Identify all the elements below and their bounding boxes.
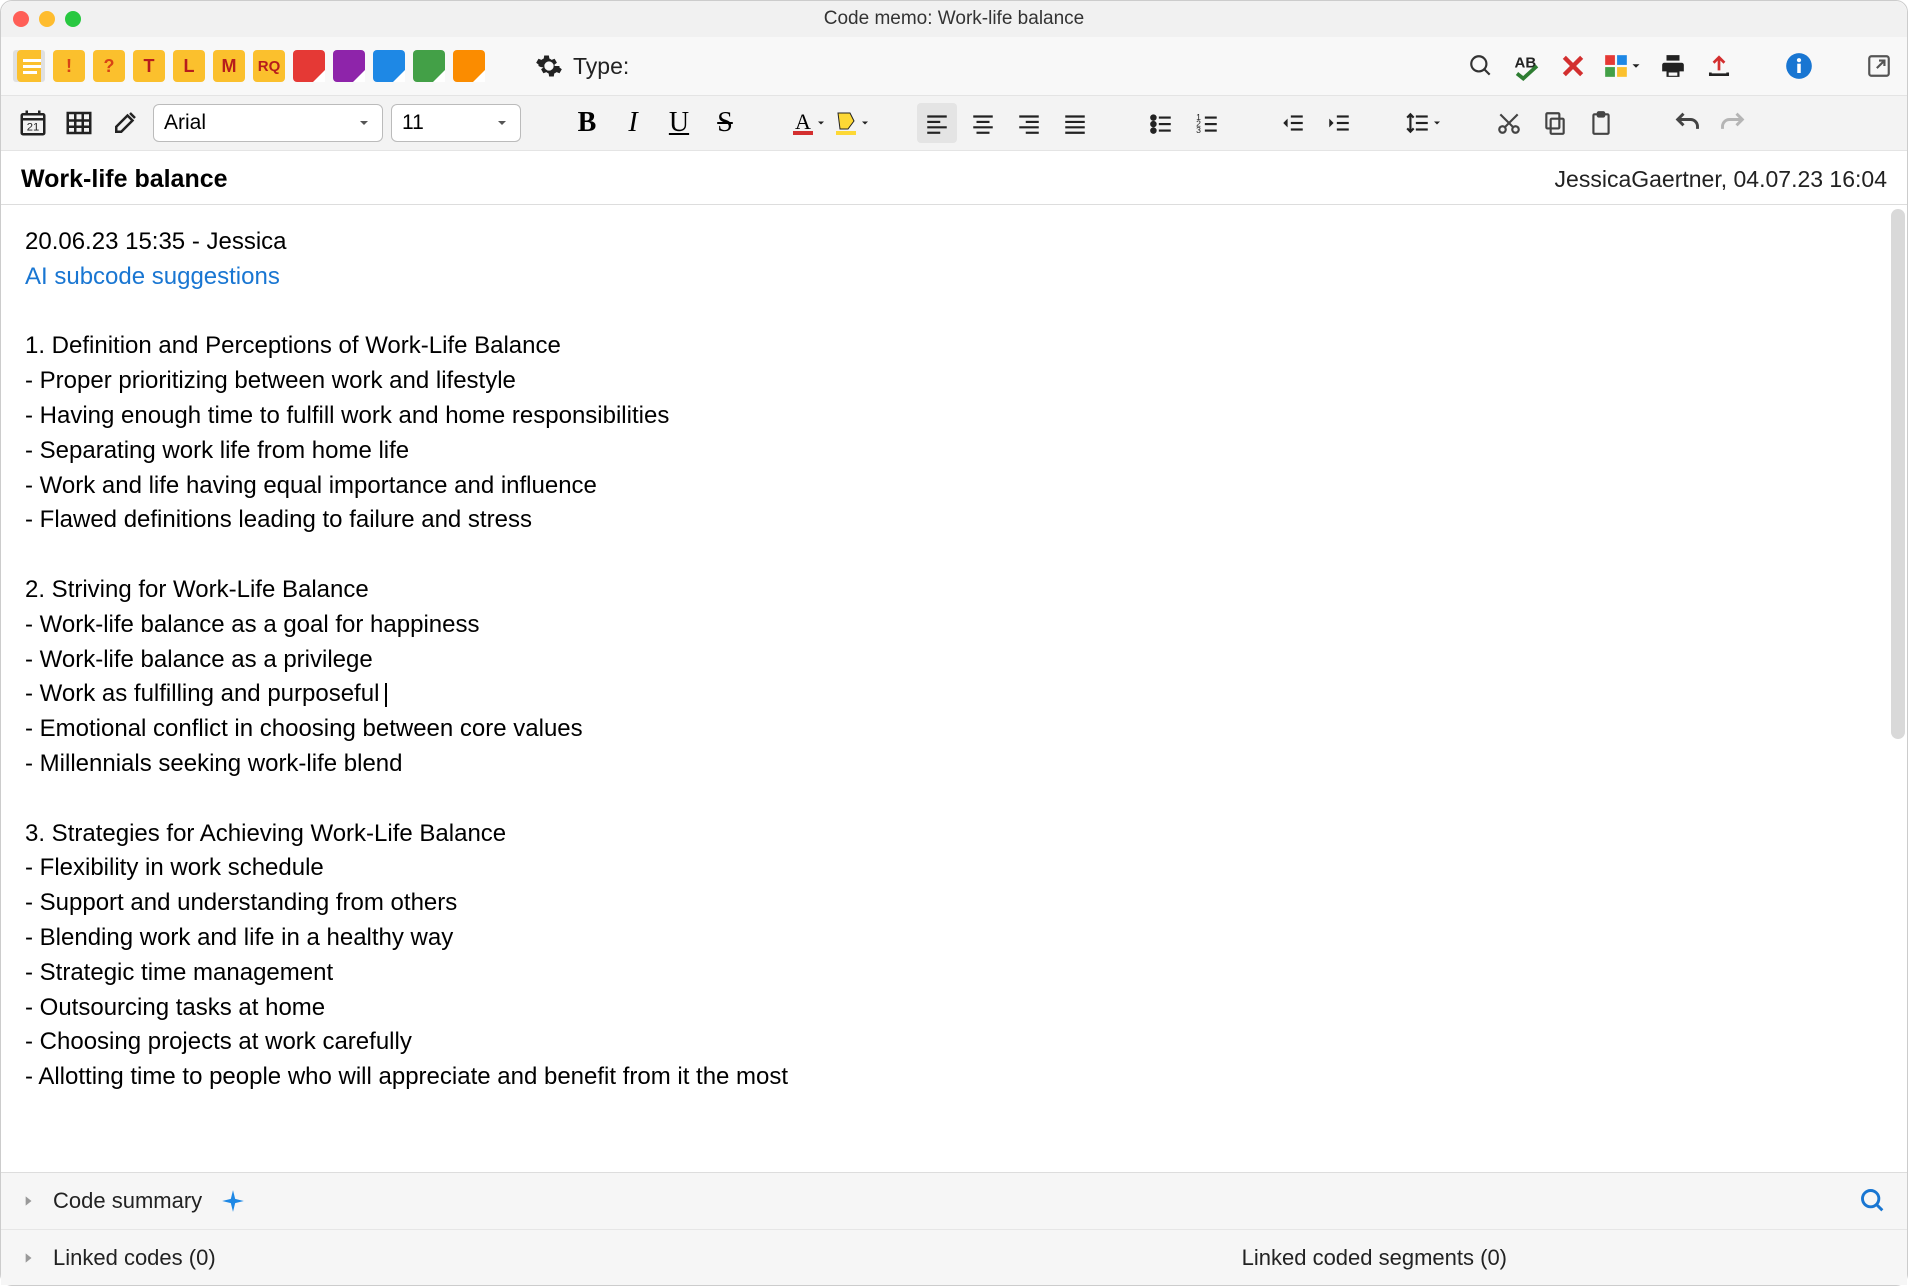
bullet: - Separating work life from home life: [25, 434, 1883, 469]
redo-button[interactable]: [1713, 103, 1753, 143]
ai-suggestions-link[interactable]: AI subcode suggestions: [25, 260, 1883, 295]
question-marker[interactable]: ?: [93, 50, 125, 82]
minimize-window-button[interactable]: [39, 11, 55, 27]
window-controls: [13, 11, 81, 27]
bold-button[interactable]: B: [567, 103, 607, 143]
toolbar-formatting: 21 Arial 11 B I U S A: [1, 95, 1907, 151]
titlebar: Code memo: Work-life balance: [1, 1, 1907, 37]
memo-body[interactable]: 20.06.23 15:35 - Jessica AI subcode sugg…: [1, 205, 1907, 1172]
bullet: - Allotting time to people who will appr…: [25, 1060, 1883, 1095]
sparkle-icon[interactable]: [220, 1188, 246, 1214]
chevron-right-icon: [21, 1194, 35, 1208]
code-summary-label: Code summary: [53, 1188, 202, 1214]
brush-icon[interactable]: [105, 103, 145, 143]
bullet: - Work-life balance as a privilege: [25, 643, 1883, 678]
settings-gear-icon[interactable]: [533, 50, 565, 82]
section-2-title: 2. Striving for Work-Life Balance: [25, 573, 1883, 608]
orange-flag-marker[interactable]: [453, 50, 485, 82]
m-marker[interactable]: M: [213, 50, 245, 82]
memo-title: Work-life balance: [21, 165, 228, 194]
highlight-color-button[interactable]: [833, 103, 871, 143]
chevron-right-icon: [21, 1251, 35, 1265]
section-1-title: 1. Definition and Perceptions of Work-Li…: [25, 329, 1883, 364]
linked-segments-label[interactable]: Linked coded segments (0): [1242, 1245, 1507, 1271]
memo-icon[interactable]: [13, 50, 45, 82]
exclamation-marker[interactable]: !: [53, 50, 85, 82]
t-marker[interactable]: T: [133, 50, 165, 82]
italic-button[interactable]: I: [613, 103, 653, 143]
green-flag-marker[interactable]: [413, 50, 445, 82]
calendar-icon[interactable]: 21: [13, 103, 53, 143]
delete-x-icon[interactable]: [1557, 50, 1589, 82]
underline-button[interactable]: U: [659, 103, 699, 143]
copy-icon[interactable]: [1535, 103, 1575, 143]
align-justify-button[interactable]: [1055, 103, 1095, 143]
bullet: - Having enough time to fulfill work and…: [25, 399, 1883, 434]
search-summary-icon[interactable]: [1859, 1187, 1887, 1215]
align-center-button[interactable]: [963, 103, 1003, 143]
popout-icon[interactable]: [1863, 50, 1895, 82]
scrollbar-thumb[interactable]: [1891, 209, 1905, 739]
close-window-button[interactable]: [13, 11, 29, 27]
maximize-window-button[interactable]: [65, 11, 81, 27]
bullet: - Strategic time management: [25, 956, 1883, 991]
bullet: - Flawed definitions leading to failure …: [25, 503, 1883, 538]
svg-text:A: A: [795, 109, 811, 134]
memo-header: Work-life balance JessicaGaertner, 04.07…: [1, 151, 1907, 205]
type-label: Type:: [573, 53, 629, 80]
font-family-value: Arial: [164, 111, 206, 135]
search-icon[interactable]: [1465, 50, 1497, 82]
line-spacing-button[interactable]: [1405, 103, 1443, 143]
linked-row: Linked codes (0) Linked coded segments (…: [1, 1229, 1907, 1285]
svg-text:3: 3: [1196, 125, 1201, 135]
footer-panel: Code summary Linked codes (0) Linked cod…: [1, 1172, 1907, 1285]
color-grid-dropdown[interactable]: [1603, 50, 1643, 82]
align-left-button[interactable]: [917, 103, 957, 143]
bullet: - Blending work and life in a healthy wa…: [25, 921, 1883, 956]
memo-author-date: JessicaGaertner, 04.07.23 16:04: [1555, 166, 1887, 193]
rq-marker[interactable]: RQ: [253, 50, 285, 82]
spellcheck-icon[interactable]: AB: [1511, 50, 1543, 82]
bullet: - Work and life having equal importance …: [25, 469, 1883, 504]
bullet: - Choosing projects at work carefully: [25, 1025, 1883, 1060]
entry-timestamp: 20.06.23 15:35 - Jessica: [25, 225, 1883, 260]
strikethrough-button[interactable]: S: [705, 103, 745, 143]
print-icon[interactable]: [1657, 50, 1689, 82]
linked-codes-label[interactable]: Linked codes (0): [53, 1245, 216, 1271]
outdent-button[interactable]: [1273, 103, 1313, 143]
font-family-dropdown[interactable]: Arial: [153, 104, 383, 142]
export-icon[interactable]: [1703, 50, 1735, 82]
section-3-title: 3. Strategies for Achieving Work-Life Ba…: [25, 817, 1883, 852]
svg-text:21: 21: [27, 122, 40, 134]
undo-button[interactable]: [1667, 103, 1707, 143]
cut-icon[interactable]: [1489, 103, 1529, 143]
paste-icon[interactable]: [1581, 103, 1621, 143]
purple-flag-marker[interactable]: [333, 50, 365, 82]
window-title: Code memo: Work-life balance: [824, 8, 1084, 30]
bullet: - Flexibility in work schedule: [25, 851, 1883, 886]
code-summary-row[interactable]: Code summary: [1, 1173, 1907, 1229]
bullet: - Work-life balance as a goal for happin…: [25, 608, 1883, 643]
info-icon[interactable]: [1783, 50, 1815, 82]
toolbar-primary: ! ? T L M RQ Type: AB: [1, 37, 1907, 95]
blue-flag-marker[interactable]: [373, 50, 405, 82]
bullet: - Proper prioritizing between work and l…: [25, 364, 1883, 399]
bullet: - Emotional conflict in choosing between…: [25, 712, 1883, 747]
bullet: - Support and understanding from others: [25, 886, 1883, 921]
align-right-button[interactable]: [1009, 103, 1049, 143]
bullet: - Outsourcing tasks at home: [25, 991, 1883, 1026]
l-marker[interactable]: L: [173, 50, 205, 82]
bullet: - Work as fulfilling and purposeful: [25, 677, 1883, 712]
bullet: - Millennials seeking work-life blend: [25, 747, 1883, 782]
font-size-value: 11: [402, 111, 424, 135]
text-color-button[interactable]: A: [791, 103, 827, 143]
table-icon[interactable]: [59, 103, 99, 143]
indent-button[interactable]: [1319, 103, 1359, 143]
font-size-dropdown[interactable]: 11: [391, 104, 521, 142]
bullet-list-button[interactable]: [1141, 103, 1181, 143]
numbered-list-button[interactable]: 123: [1187, 103, 1227, 143]
red-flag-marker[interactable]: [293, 50, 325, 82]
